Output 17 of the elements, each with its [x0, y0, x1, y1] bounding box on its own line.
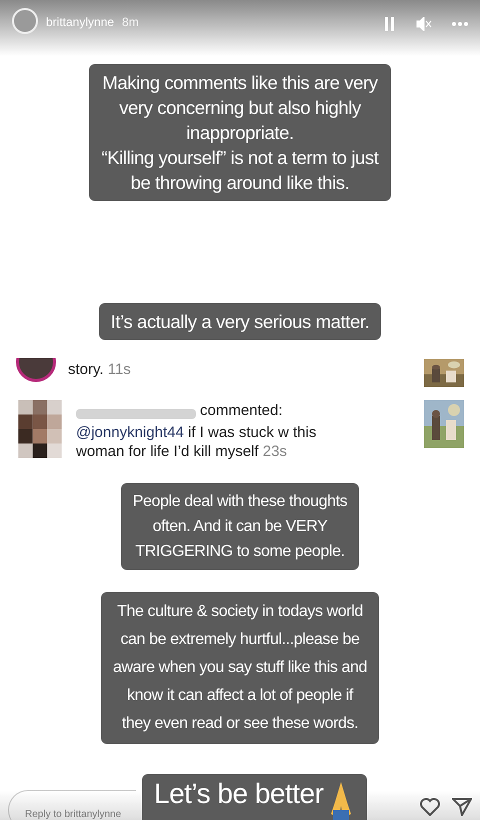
comment-header: commented: [200, 401, 283, 421]
mute-icon[interactable] [416, 17, 432, 31]
caption-text: Making comments like this are very very concerning but also highly inappropriate. “Killing yourself” is not a term to just be throwing around like this. [101, 71, 379, 195]
pause-icon[interactable] [384, 17, 396, 31]
pixelated-avatar [16, 400, 64, 458]
avatar[interactable] [12, 8, 38, 34]
post-time: 8m [122, 14, 139, 31]
username[interactable]: brittanylynne [46, 13, 114, 31]
caption-text: The culture & society in todays world can be extremely hurtful...please be aware when you say stuff like this and know it can affect a lot of people if they even read or see these words. [113, 602, 367, 734]
comment-text: story. 11s [68, 360, 131, 380]
more-icon[interactable] [452, 22, 468, 26]
send-icon[interactable] [452, 798, 472, 816]
comment-text: @jonnyknight44 if I was stuck w this woman for life I’d kill myself 23s [76, 422, 318, 460]
caption-text: People deal with these thoughts often. And it can be VERY TRIGGERING to some people. [132, 492, 348, 562]
caption-text: It’s actually a very serious matter. [110, 310, 370, 334]
heart-icon[interactable] [420, 798, 440, 816]
sticker-text: Let’s be better [154, 777, 324, 811]
